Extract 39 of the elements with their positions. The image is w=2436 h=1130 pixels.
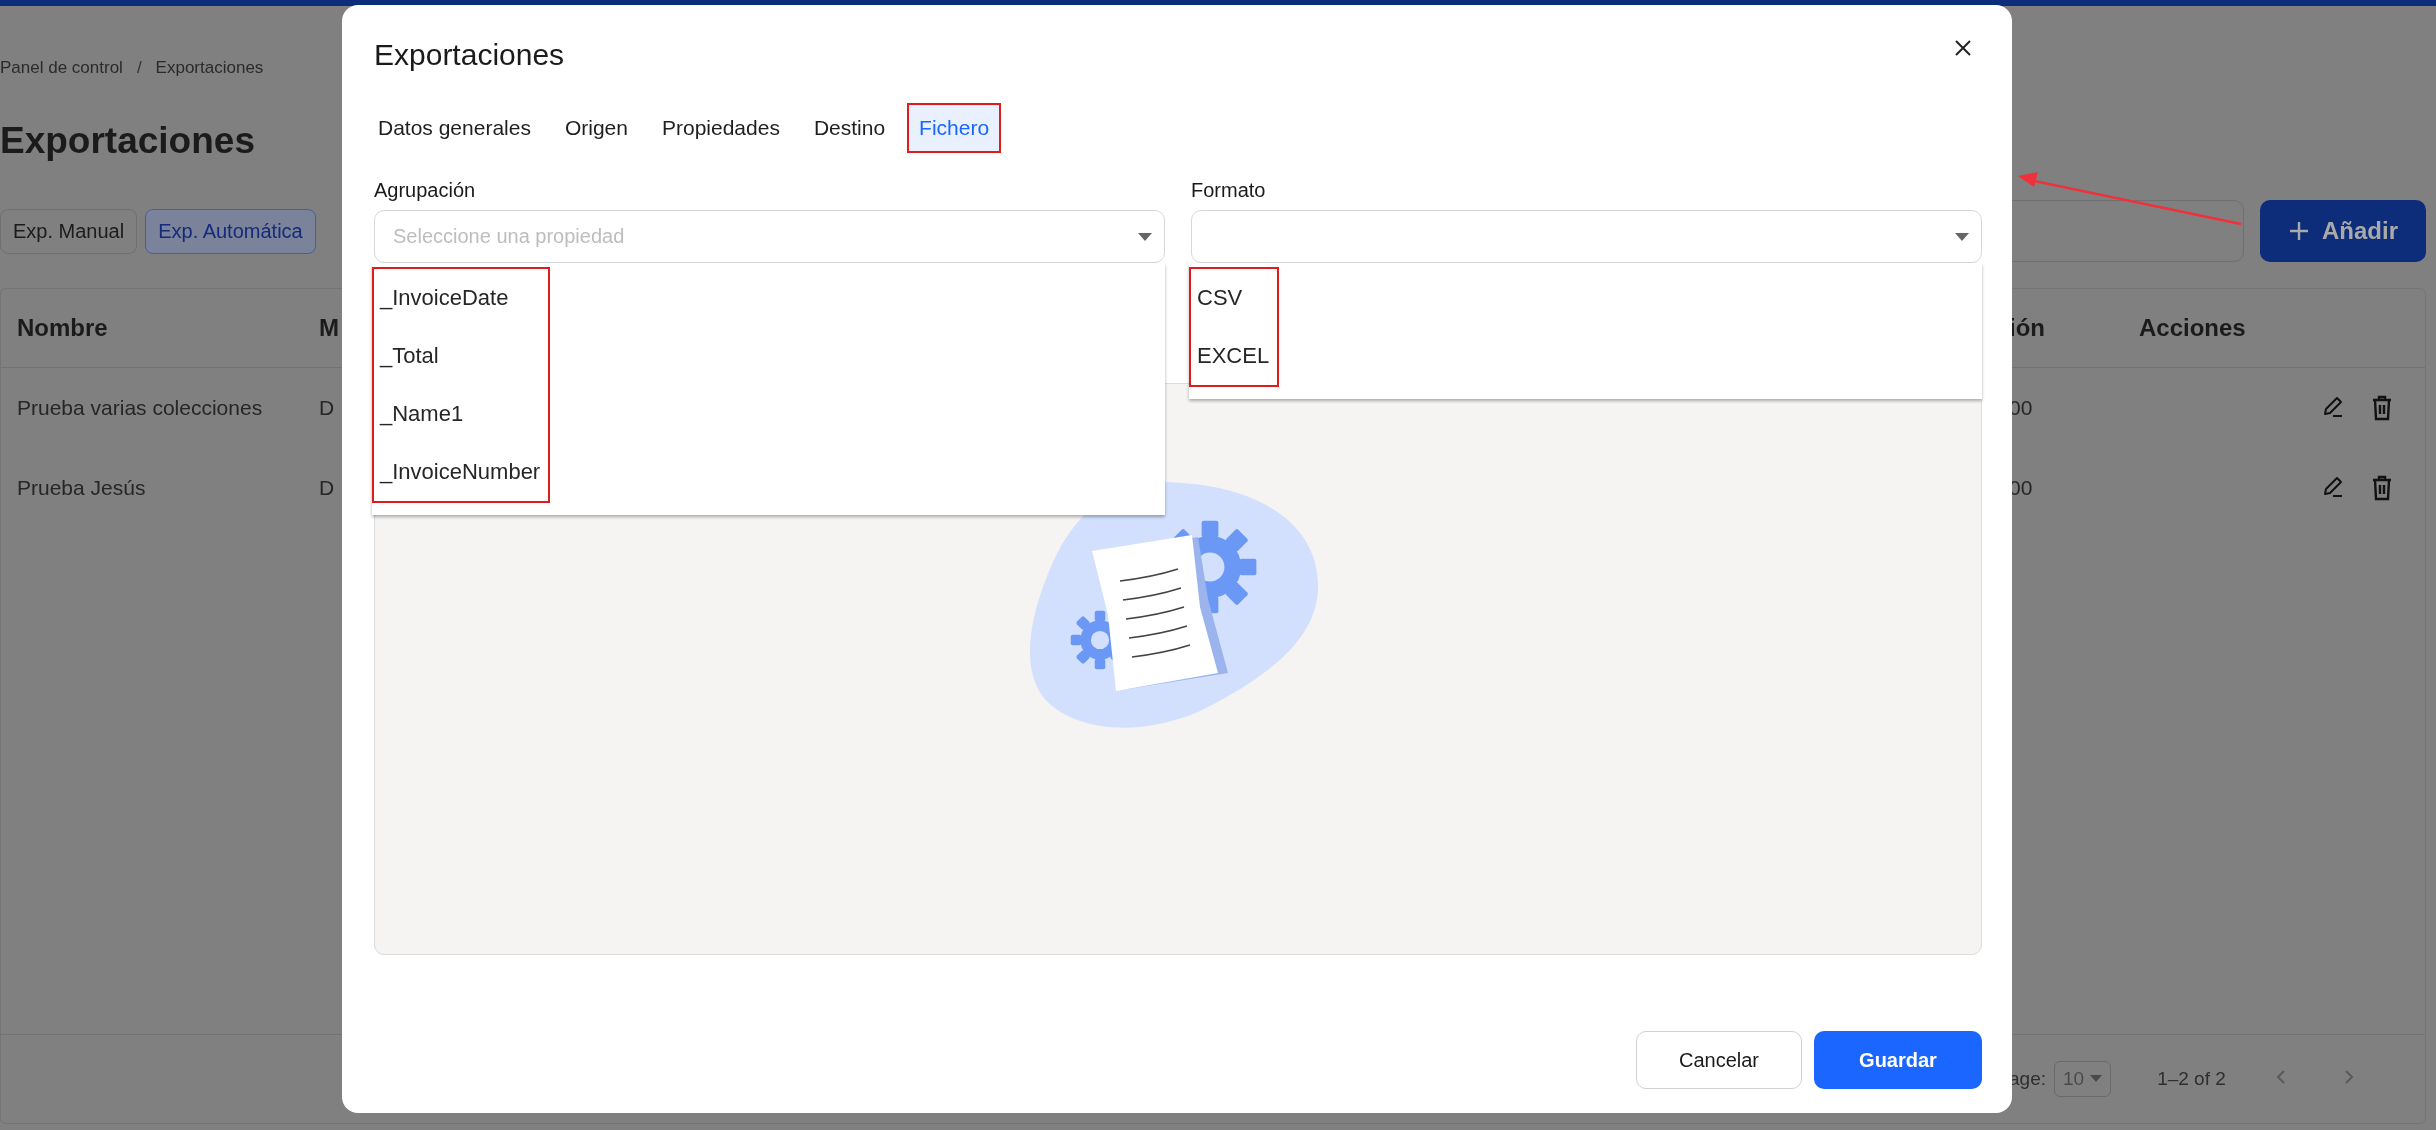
field-label: Agrupación: [374, 179, 477, 202]
tab[interactable]: Destino: [801, 103, 898, 153]
dialog-title: Exportaciones: [374, 37, 565, 73]
field-label: Formato: [1191, 179, 1267, 202]
cancel-button[interactable]: Cancelar: [1636, 1031, 1802, 1089]
trash-icon[interactable]: [2371, 395, 2393, 421]
tab[interactable]: Fichero: [907, 103, 1002, 153]
page-range: 1–2 of 2: [2157, 1068, 2226, 1090]
trash-icon[interactable]: [2371, 475, 2393, 501]
breadcrumb-current: Exportaciones: [155, 58, 264, 78]
dropdown-option[interactable]: _InvoiceDate: [380, 269, 541, 327]
edit-icon[interactable]: [2321, 475, 2345, 499]
dropdown-option[interactable]: _Total: [380, 327, 541, 385]
breadcrumb-link[interactable]: Panel de control: [0, 58, 123, 78]
column-header: Nombre: [17, 314, 108, 342]
plus-icon: [2288, 220, 2310, 242]
column-header: M: [319, 314, 339, 342]
caret-icon: [1138, 232, 1152, 241]
column-header: Acciones: [2139, 314, 2246, 342]
dropdown-option[interactable]: EXCEL: [1197, 327, 1270, 385]
filter-tab[interactable]: Exp. Manual: [0, 208, 138, 254]
dropdown-option[interactable]: _Name1: [380, 385, 541, 443]
table-cell: Prueba Jesús: [17, 476, 146, 500]
dropdown-option[interactable]: CSV: [1197, 269, 1270, 327]
table-cell: D: [319, 396, 335, 420]
add-button[interactable]: Añadir: [2260, 200, 2426, 262]
tab[interactable]: Datos generales: [366, 103, 543, 153]
table-cell: D: [319, 476, 335, 500]
caret-icon: [2090, 1075, 2103, 1083]
save-button[interactable]: Guardar: [1814, 1031, 1982, 1089]
caret-icon: [1955, 232, 1969, 241]
breadcrumb-separator: /: [136, 58, 142, 78]
page-title: Exportaciones: [0, 120, 255, 162]
edit-icon[interactable]: [2321, 395, 2345, 419]
tab[interactable]: Origen: [552, 103, 640, 153]
table-cell: Prueba varias colecciones: [17, 396, 263, 420]
tab[interactable]: Propiedades: [649, 103, 792, 153]
select-field[interactable]: [1191, 210, 1982, 263]
dropdown-option[interactable]: _InvoiceNumber: [380, 443, 541, 501]
